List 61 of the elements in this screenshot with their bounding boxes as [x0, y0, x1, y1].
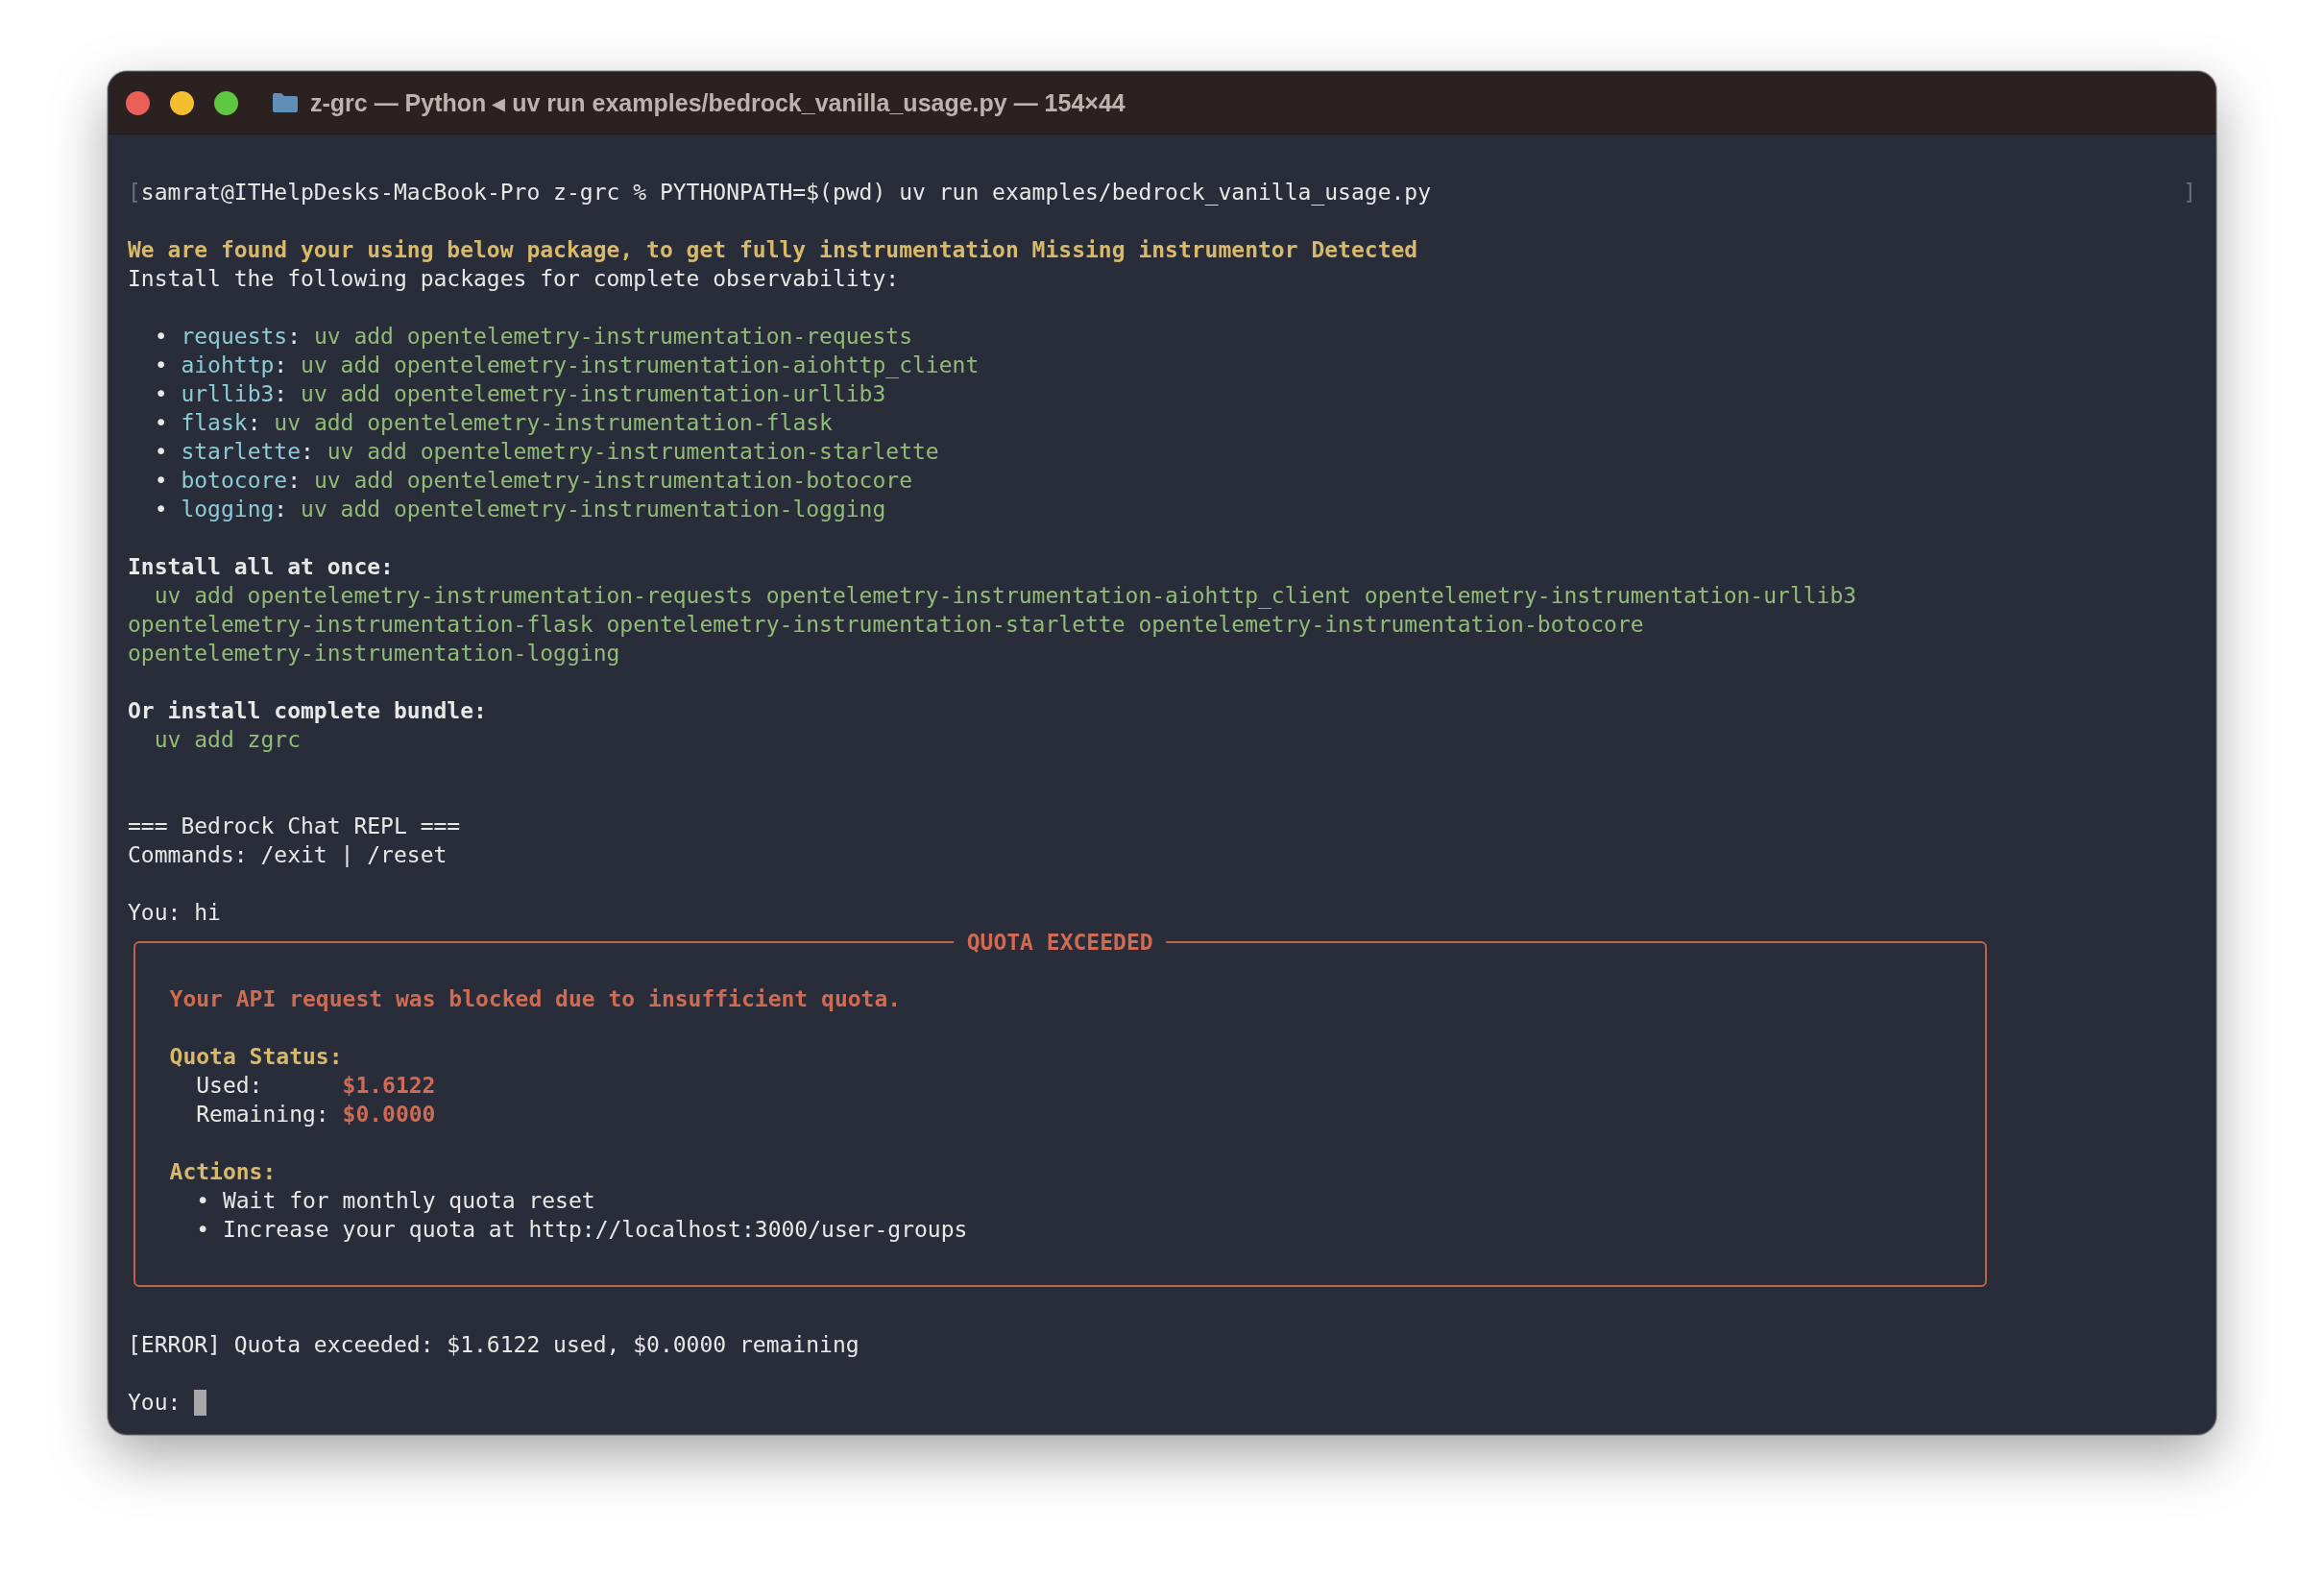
shell-command: samrat@ITHelpDesks-MacBook-Pro z-grc % PYTHONPATH=$(pwd) uv run examples/bedrock_vanilla_usage.py — [140, 179, 1432, 206]
install-command: uv add opentelemetry-instrumentation-botocore — [313, 467, 912, 495]
cursor — [194, 1389, 207, 1416]
input-prompt: You: — [128, 1389, 182, 1417]
user-message: You: hi — [128, 899, 221, 927]
install-command: uv add opentelemetry-instrumentation-starlette — [327, 438, 939, 466]
bullet: • — [154, 323, 168, 351]
colon: : — [274, 496, 288, 523]
install-command: uv add opentelemetry-instrumentation-requests — [313, 323, 912, 351]
install-command: uv add opentelemetry-instrumentation-flask — [274, 409, 833, 437]
error-message: Your API request was blocked due to insufficient quota. — [169, 985, 902, 1013]
status-label: Remaining: — [196, 1101, 330, 1128]
bullet: • — [196, 1216, 210, 1244]
install-command: uv add opentelemetry-instrumentation-aiohttp_client — [301, 352, 980, 379]
install-command: uv add opentelemetry-instrumentation-requests opentelemetry-instrumentation-aiohttp_client opentelemetry-instrumentation-urllib3 — [154, 582, 1857, 610]
package-name: flask — [181, 409, 248, 437]
folder-icon — [272, 92, 299, 113]
package-name: aiohttp — [181, 352, 275, 379]
bullet: • — [154, 352, 168, 379]
install-command: uv add opentelemetry-instrumentation-logging — [301, 496, 886, 523]
package-name: urllib3 — [181, 380, 275, 408]
section-heading: Quota Status: — [169, 1043, 343, 1071]
package-name: requests — [181, 323, 288, 351]
action-text: Increase your quota at http://localhost:3000/user-groups — [222, 1216, 968, 1244]
bullet: • — [154, 438, 168, 466]
bullet: • — [154, 409, 168, 437]
zoom-button[interactable] — [214, 90, 238, 115]
close-button[interactable] — [126, 90, 150, 115]
section-heading: Install all at once: — [128, 553, 394, 581]
colon: : — [287, 467, 302, 495]
error-log: [ERROR] Quota exceeded: $1.6122 used, $0.0000 remaining — [128, 1331, 859, 1359]
section-heading: Actions: — [169, 1158, 277, 1186]
action-text: Wait for monthly quota reset — [222, 1187, 595, 1215]
line-mark: ] — [2183, 179, 2196, 206]
status-value: $1.6122 — [342, 1072, 436, 1100]
install-command: uv add opentelemetry-instrumentation-urllib3 — [301, 380, 886, 408]
bullet: • — [154, 467, 168, 495]
line-mark: [ — [128, 179, 141, 206]
colon: : — [287, 323, 302, 351]
colon: : — [274, 352, 288, 379]
package-name: logging — [181, 496, 275, 523]
colon: : — [274, 380, 288, 408]
bullet: • — [154, 496, 168, 523]
section-heading: Or install complete bundle: — [128, 697, 487, 725]
minimize-button[interactable] — [170, 90, 194, 115]
status-label: Used: — [196, 1072, 264, 1100]
colon: : — [247, 409, 261, 437]
install-command: uv add zgrc — [154, 726, 301, 754]
install-command: opentelemetry-instrumentation-logging — [128, 640, 620, 667]
warning-message: We are found your using below package, to get fully instrumentation Missing instrumentor Detected — [128, 236, 1418, 264]
package-name: botocore — [181, 467, 288, 495]
package-name: starlette — [181, 438, 301, 466]
bullet: • — [154, 380, 168, 408]
repl-title: === Bedrock Chat REPL === — [128, 813, 461, 840]
install-command: opentelemetry-instrumentation-flask opentelemetry-instrumentation-starlette opentelemetry-instrumentation-botocore — [128, 611, 1644, 639]
terminal-text: Install the following packages for complete observability: — [128, 265, 900, 293]
terminal-text: Commands: /exit | /reset — [128, 841, 448, 869]
bullet: • — [196, 1187, 210, 1215]
window-title: z-grc — Python ◂ uv run examples/bedrock_vanilla_usage.py — 154×44 — [310, 88, 1126, 117]
colon: : — [301, 438, 314, 466]
status-value: $0.0000 — [342, 1101, 436, 1128]
